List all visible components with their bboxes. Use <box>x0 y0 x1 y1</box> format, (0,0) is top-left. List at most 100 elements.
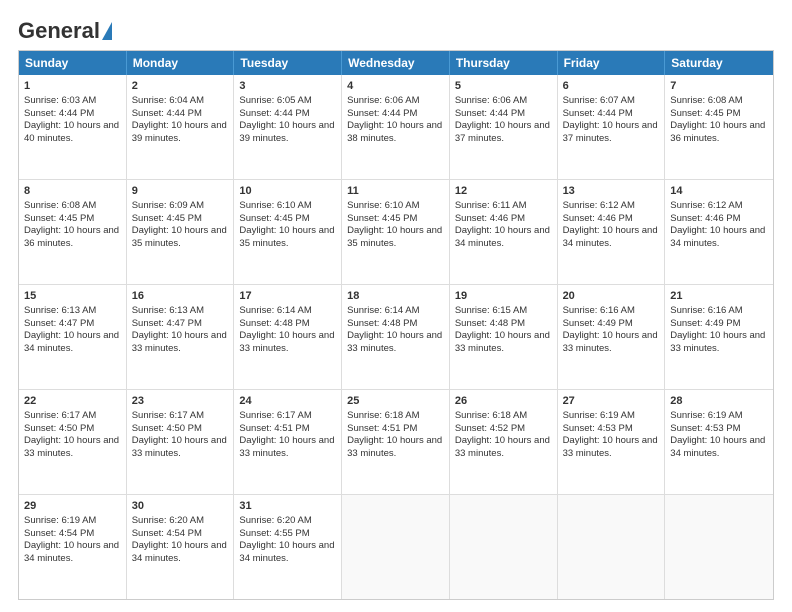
logo: General <box>18 18 112 40</box>
calendar-cell: 23Sunrise: 6:17 AMSunset: 4:50 PMDayligh… <box>127 390 235 494</box>
day-number: 8 <box>24 184 121 199</box>
sunrise-label: Sunrise: 6:07 AM <box>563 95 635 106</box>
calendar: Sunday Monday Tuesday Wednesday Thursday… <box>18 50 774 600</box>
sunset-label: Sunset: 4:45 PM <box>132 213 202 224</box>
sunset-label: Sunset: 4:46 PM <box>455 213 525 224</box>
calendar-cell: 9Sunrise: 6:09 AMSunset: 4:45 PMDaylight… <box>127 180 235 284</box>
calendar-cell: 3Sunrise: 6:05 AMSunset: 4:44 PMDaylight… <box>234 75 342 179</box>
day-number: 5 <box>455 79 552 94</box>
sunset-label: Sunset: 4:55 PM <box>239 528 309 539</box>
sunrise-label: Sunrise: 6:19 AM <box>670 410 742 421</box>
sunrise-label: Sunrise: 6:04 AM <box>132 95 204 106</box>
sunset-label: Sunset: 4:45 PM <box>239 213 309 224</box>
day-number: 13 <box>563 184 660 199</box>
daylight-label: Daylight: 10 hours and 36 minutes. <box>24 225 119 249</box>
sunset-label: Sunset: 4:44 PM <box>563 108 633 119</box>
daylight-label: Daylight: 10 hours and 40 minutes. <box>24 120 119 144</box>
sunset-label: Sunset: 4:52 PM <box>455 423 525 434</box>
sunset-label: Sunset: 4:50 PM <box>132 423 202 434</box>
daylight-label: Daylight: 10 hours and 33 minutes. <box>455 435 550 459</box>
daylight-label: Daylight: 10 hours and 39 minutes. <box>132 120 227 144</box>
sunrise-label: Sunrise: 6:13 AM <box>132 305 204 316</box>
logo-triangle-icon <box>102 22 112 40</box>
daylight-label: Daylight: 10 hours and 33 minutes. <box>563 435 658 459</box>
daylight-label: Daylight: 10 hours and 33 minutes. <box>239 435 334 459</box>
sunset-label: Sunset: 4:54 PM <box>132 528 202 539</box>
daylight-label: Daylight: 10 hours and 34 minutes. <box>239 540 334 564</box>
day-number: 26 <box>455 394 552 409</box>
day-number: 7 <box>670 79 768 94</box>
sunrise-label: Sunrise: 6:18 AM <box>347 410 419 421</box>
sunset-label: Sunset: 4:48 PM <box>347 318 417 329</box>
calendar-cell: 2Sunrise: 6:04 AMSunset: 4:44 PMDaylight… <box>127 75 235 179</box>
sunset-label: Sunset: 4:54 PM <box>24 528 94 539</box>
calendar-cell: 28Sunrise: 6:19 AMSunset: 4:53 PMDayligh… <box>665 390 773 494</box>
daylight-label: Daylight: 10 hours and 34 minutes. <box>455 225 550 249</box>
sunset-label: Sunset: 4:53 PM <box>563 423 633 434</box>
daylight-label: Daylight: 10 hours and 36 minutes. <box>670 120 765 144</box>
day-number: 21 <box>670 289 768 304</box>
daylight-label: Daylight: 10 hours and 34 minutes. <box>24 540 119 564</box>
sunrise-label: Sunrise: 6:16 AM <box>670 305 742 316</box>
day-number: 15 <box>24 289 121 304</box>
sunset-label: Sunset: 4:44 PM <box>132 108 202 119</box>
sunset-label: Sunset: 4:45 PM <box>670 108 740 119</box>
day-number: 6 <box>563 79 660 94</box>
calendar-header: Sunday Monday Tuesday Wednesday Thursday… <box>19 51 773 75</box>
calendar-cell: 16Sunrise: 6:13 AMSunset: 4:47 PMDayligh… <box>127 285 235 389</box>
sunrise-label: Sunrise: 6:12 AM <box>670 200 742 211</box>
day-number: 10 <box>239 184 336 199</box>
daylight-label: Daylight: 10 hours and 34 minutes. <box>132 540 227 564</box>
daylight-label: Daylight: 10 hours and 33 minutes. <box>347 330 442 354</box>
daylight-label: Daylight: 10 hours and 35 minutes. <box>132 225 227 249</box>
sunset-label: Sunset: 4:47 PM <box>24 318 94 329</box>
calendar-cell: 8Sunrise: 6:08 AMSunset: 4:45 PMDaylight… <box>19 180 127 284</box>
day-number: 29 <box>24 499 121 514</box>
daylight-label: Daylight: 10 hours and 33 minutes. <box>563 330 658 354</box>
calendar-cell: 31Sunrise: 6:20 AMSunset: 4:55 PMDayligh… <box>234 495 342 599</box>
header-saturday: Saturday <box>665 51 773 75</box>
sunrise-label: Sunrise: 6:13 AM <box>24 305 96 316</box>
daylight-label: Daylight: 10 hours and 33 minutes. <box>670 330 765 354</box>
week-row-3: 15Sunrise: 6:13 AMSunset: 4:47 PMDayligh… <box>19 285 773 390</box>
calendar-cell: 4Sunrise: 6:06 AMSunset: 4:44 PMDaylight… <box>342 75 450 179</box>
calendar-cell <box>665 495 773 599</box>
calendar-cell: 15Sunrise: 6:13 AMSunset: 4:47 PMDayligh… <box>19 285 127 389</box>
sunrise-label: Sunrise: 6:03 AM <box>24 95 96 106</box>
sunrise-label: Sunrise: 6:06 AM <box>455 95 527 106</box>
sunrise-label: Sunrise: 6:20 AM <box>239 515 311 526</box>
sunset-label: Sunset: 4:46 PM <box>670 213 740 224</box>
sunrise-label: Sunrise: 6:20 AM <box>132 515 204 526</box>
calendar-cell: 25Sunrise: 6:18 AMSunset: 4:51 PMDayligh… <box>342 390 450 494</box>
calendar-cell: 27Sunrise: 6:19 AM Sunset: 4:53 PMDayligh… <box>558 390 666 494</box>
sunrise-label: Sunrise: 6:18 AM <box>455 410 527 421</box>
calendar-cell <box>342 495 450 599</box>
sunrise-label: Sunrise: 6:17 AM <box>239 410 311 421</box>
week-row-2: 8Sunrise: 6:08 AMSunset: 4:45 PMDaylight… <box>19 180 773 285</box>
calendar-body: 1Sunrise: 6:03 AMSunset: 4:44 PMDaylight… <box>19 75 773 599</box>
sunrise-label: Sunrise: 6:11 AM <box>455 200 527 211</box>
sunrise-label: Sunrise: 6:08 AM <box>24 200 96 211</box>
daylight-label: Daylight: 10 hours and 38 minutes. <box>347 120 442 144</box>
day-number: 22 <box>24 394 121 409</box>
daylight-label: Daylight: 10 hours and 33 minutes. <box>132 330 227 354</box>
sunset-label: Sunset: 4:44 PM <box>239 108 309 119</box>
header-tuesday: Tuesday <box>234 51 342 75</box>
sunrise-label: Sunrise: 6:06 AM <box>347 95 419 106</box>
sunset-label: Sunset: 4:45 PM <box>347 213 417 224</box>
day-number: 12 <box>455 184 552 199</box>
calendar-cell: 13Sunrise: 6:12 AMSunset: 4:46 PMDayligh… <box>558 180 666 284</box>
calendar-cell: 21Sunrise: 6:16 AMSunset: 4:49 PMDayligh… <box>665 285 773 389</box>
header-thursday: Thursday <box>450 51 558 75</box>
page: General Sunday Monday Tuesday Wednesday … <box>0 0 792 612</box>
calendar-cell: 26Sunrise: 6:18 AM Sunset: 4:52 PMDayligh… <box>450 390 558 494</box>
sunrise-label: Sunrise: 6:17 AM <box>132 410 204 421</box>
sunrise-label: Sunrise: 6:19 AM <box>563 410 635 421</box>
sunset-label: Sunset: 4:44 PM <box>455 108 525 119</box>
day-number: 28 <box>670 394 768 409</box>
day-number: 27 <box>563 394 660 409</box>
daylight-label: Daylight: 10 hours and 37 minutes. <box>563 120 658 144</box>
header-monday: Monday <box>127 51 235 75</box>
day-number: 11 <box>347 184 444 199</box>
sunset-label: Sunset: 4:46 PM <box>563 213 633 224</box>
